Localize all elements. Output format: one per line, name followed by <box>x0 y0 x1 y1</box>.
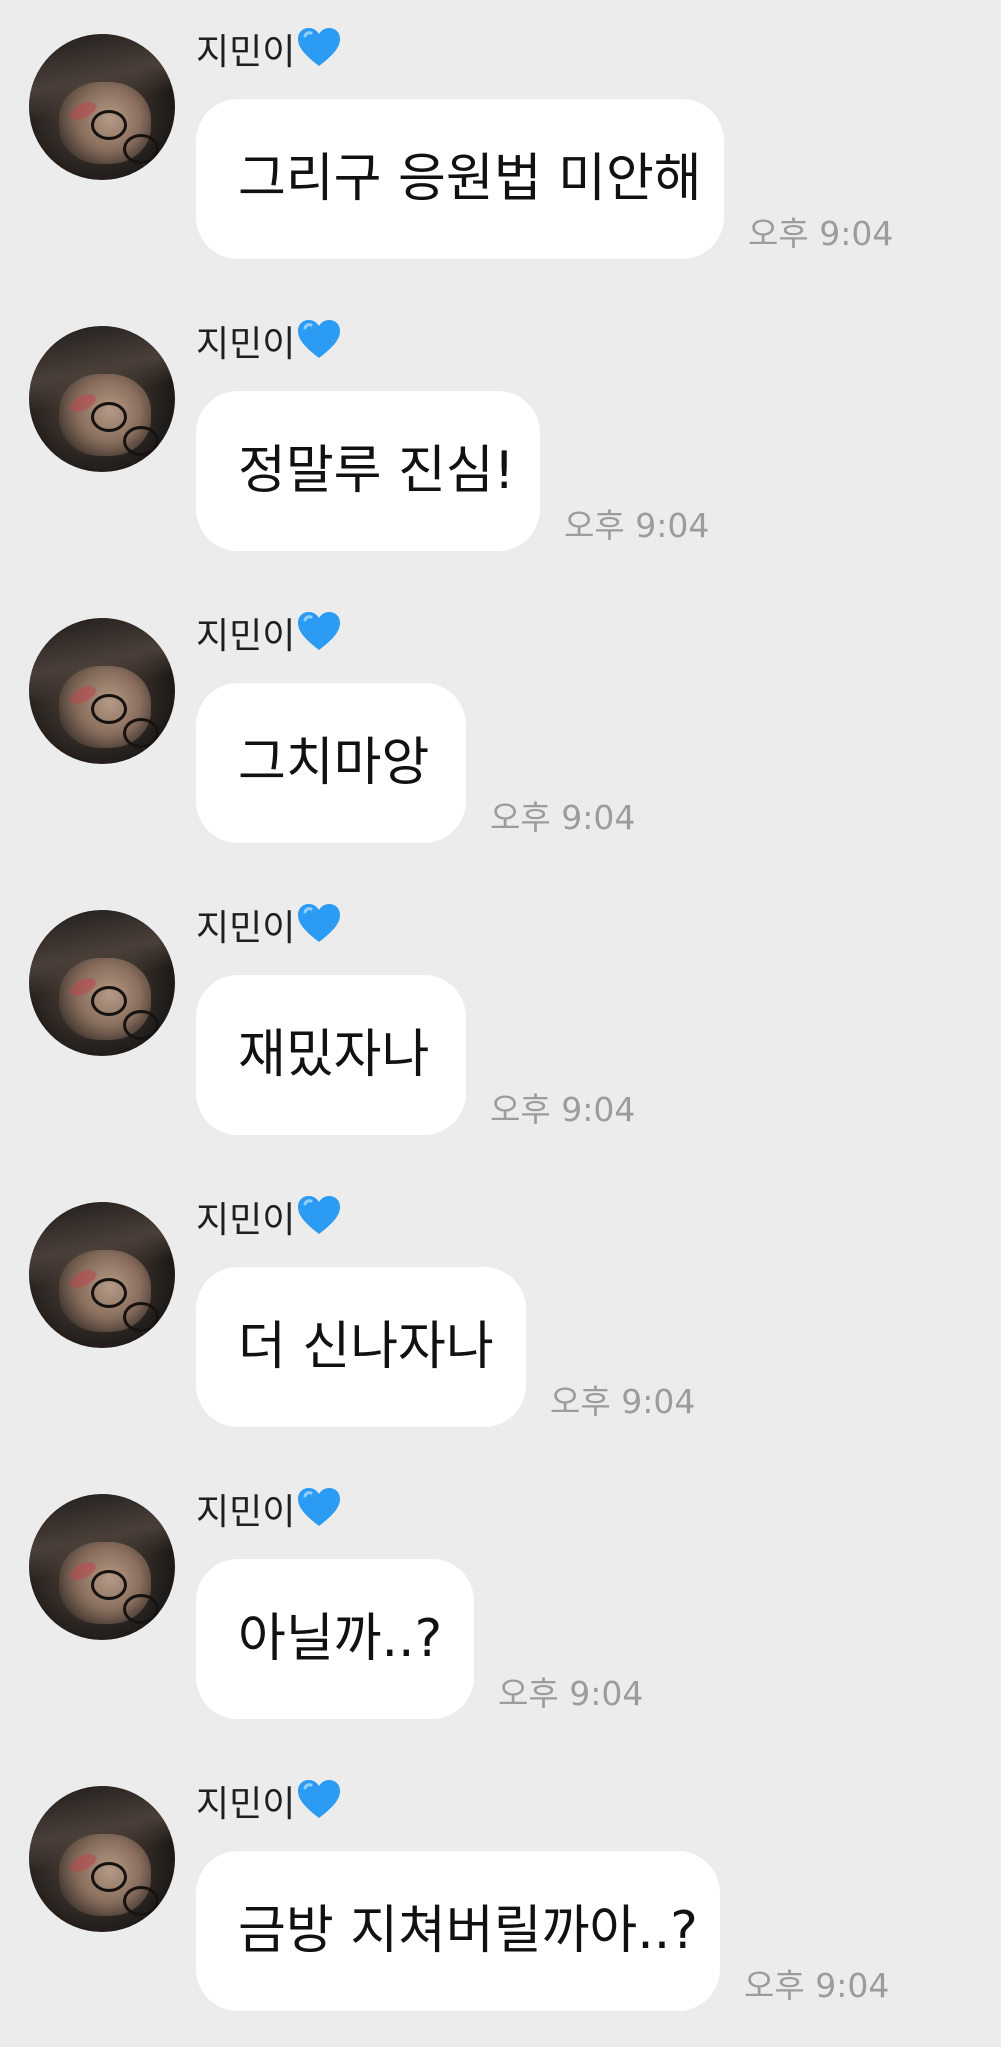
message-bubble[interactable]: 아닐까..? <box>196 1559 474 1719</box>
message-timestamp: 오후 9:04 <box>564 506 710 545</box>
avatar[interactable] <box>29 1786 175 1932</box>
message-row: 지민이 정말루 진심! 오후 9:04 <box>0 292 1001 584</box>
avatar[interactable] <box>29 1202 175 1348</box>
message-timestamp: 오후 9:04 <box>748 214 894 253</box>
message-bubble[interactable]: 그리구 응원법 미안해 <box>196 99 724 259</box>
message-timestamp: 오후 9:04 <box>490 798 636 837</box>
message-bubble[interactable]: 더 신나자나 <box>196 1267 526 1427</box>
avatar[interactable] <box>29 910 175 1056</box>
message-row: 지민이 아닐까..? 오후 9:04 <box>0 1460 1001 1752</box>
sender-name: 지민이 <box>196 610 342 657</box>
message-row: 지민이 그치마앙 오후 9:04 <box>0 584 1001 876</box>
message-row: 지민이 그리구 응원법 미안해 오후 9:04 <box>0 0 1001 292</box>
message-timestamp: 오후 9:04 <box>550 1382 696 1421</box>
message-timestamp: 오후 9:04 <box>498 1674 644 1713</box>
message-bubble[interactable]: 재밌자나 <box>196 975 466 1135</box>
blue-heart-icon <box>296 1194 342 1248</box>
blue-heart-icon <box>296 610 342 664</box>
message-row: 지민이 더 신나자나 오후 9:04 <box>0 1168 1001 1460</box>
blue-heart-icon <box>296 318 342 372</box>
avatar[interactable] <box>29 34 175 180</box>
blue-heart-icon <box>296 1778 342 1832</box>
message-row: 지민이 금방 지쳐버릴까아..? 오후 9:04 <box>0 1752 1001 2044</box>
sender-name: 지민이 <box>196 902 342 949</box>
blue-heart-icon <box>296 902 342 956</box>
blue-heart-icon <box>296 1486 342 1540</box>
message-timestamp: 오후 9:04 <box>744 1966 890 2005</box>
message-bubble[interactable]: 금방 지쳐버릴까아..? <box>196 1851 720 2011</box>
sender-name: 지민이 <box>196 1778 342 1825</box>
sender-name: 지민이 <box>196 318 342 365</box>
avatar[interactable] <box>29 326 175 472</box>
sender-name: 지민이 <box>196 1194 342 1241</box>
sender-name: 지민이 <box>196 26 342 73</box>
message-row: 지민이 재밌자나 오후 9:04 <box>0 876 1001 1168</box>
avatar[interactable] <box>29 1494 175 1640</box>
message-bubble[interactable]: 정말루 진심! <box>196 391 540 551</box>
sender-name: 지민이 <box>196 1486 342 1533</box>
avatar[interactable] <box>29 618 175 764</box>
blue-heart-icon <box>296 26 342 80</box>
message-bubble[interactable]: 그치마앙 <box>196 683 466 843</box>
chat-message-list[interactable]: 지민이 그리구 응원법 미안해 오후 9:04 지민이 정말루 진심! 오후 9… <box>0 0 1001 2047</box>
message-timestamp: 오후 9:04 <box>490 1090 636 1129</box>
